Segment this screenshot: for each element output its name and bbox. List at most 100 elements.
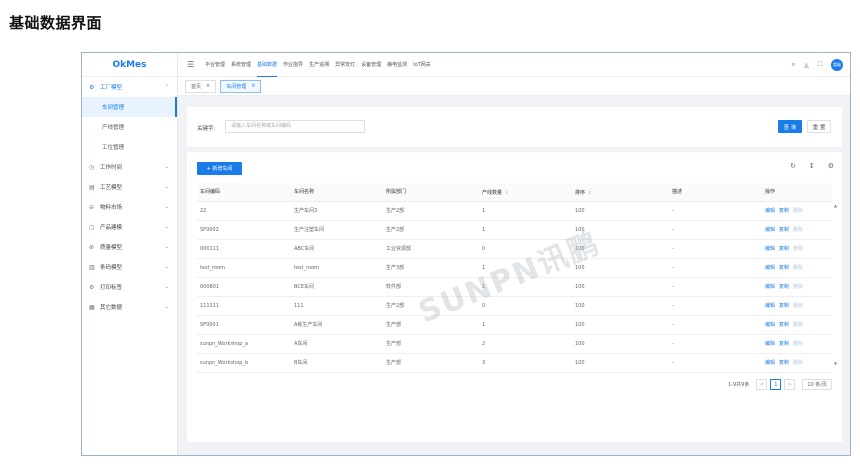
column-header: 车间编码 xyxy=(200,183,220,202)
table-cell: 生产2部 xyxy=(386,208,405,214)
sidebar-group[interactable]: ▦ 其它数据 ⌄ xyxy=(82,297,177,317)
edit-button[interactable]: 编辑 xyxy=(765,208,775,214)
next-page-button[interactable]: > xyxy=(784,379,796,390)
sidebar-group-label: 其它数据 xyxy=(100,305,123,311)
copy-button[interactable]: 复制 xyxy=(779,208,789,214)
tab-label: 车间管理 xyxy=(226,83,247,90)
other-data-icon: ▦ xyxy=(89,303,95,311)
sidebar-item[interactable]: 车间管理 xyxy=(82,97,177,117)
refresh-icon[interactable]: ↻ xyxy=(790,162,796,170)
column-settings-icon[interactable]: ⚙ xyxy=(828,162,834,170)
column-header-label: 操作 xyxy=(765,189,776,195)
factory-icon: ⚙ xyxy=(89,83,95,91)
edit-button[interactable]: 编辑 xyxy=(765,265,775,271)
sidebar-group[interactable]: ⚙ 打印标签 ⌄ xyxy=(82,277,177,297)
column-header[interactable]: 产线数量 ⇕ xyxy=(482,183,508,202)
table-row: 22 生产车间3 生产2部 1 100 - 编辑 复制 删除 xyxy=(197,202,832,221)
copy-button[interactable]: 复制 xyxy=(779,322,789,328)
bell-icon[interactable]: ◬ xyxy=(804,62,809,69)
table-cell: - xyxy=(672,341,674,347)
keyword-label: 关键字: xyxy=(197,126,216,132)
top-nav-item[interactable]: 作业指导 xyxy=(283,53,303,77)
page-size-select[interactable]: 10 条/页 xyxy=(802,379,832,390)
table-cell: 生产部 xyxy=(386,322,402,328)
avatar[interactable]: 超级 xyxy=(831,59,843,71)
copy-button[interactable]: 复制 xyxy=(779,265,789,271)
column-header-label: 排序 xyxy=(575,190,586,196)
edit-button[interactable]: 编辑 xyxy=(765,322,775,328)
sort-icon[interactable]: ⇕ xyxy=(588,190,591,195)
edit-button[interactable]: 编辑 xyxy=(765,284,775,290)
sidebar-menu: ⚙ 工厂模型 ⌃ 车间管理 产线管理 工位管理 ◷ 工作时间 ⌄ ▤ 工艺模型 ⌄ ⊖ 物料市场 ⌄ ▢ 产品建… xyxy=(82,77,177,317)
edit-button[interactable]: 编辑 xyxy=(765,227,775,233)
tab-item[interactable]: 首页 × xyxy=(185,79,217,93)
column-header[interactable]: 排序 ⇕ xyxy=(575,183,591,202)
top-nav-item[interactable]: 基础数据 xyxy=(257,53,278,77)
print-icon: ⚙ xyxy=(89,283,95,291)
query-button[interactable]: 查 询 xyxy=(778,120,802,133)
tab-item[interactable]: 车间管理 × xyxy=(220,79,262,93)
table-row: sunpn_Workshop_a A车间 生产部 2 100 - 编辑 复制 删除 xyxy=(197,335,832,354)
scroll-down-icon[interactable]: ▼ xyxy=(834,361,837,366)
copy-button[interactable]: 复制 xyxy=(779,360,789,366)
edit-button[interactable]: 编辑 xyxy=(765,303,775,309)
edit-button[interactable]: 编辑 xyxy=(765,341,775,347)
table-cell: 0 xyxy=(482,246,486,252)
delete-button[interactable]: 删除 xyxy=(793,246,803,252)
scroll-up-icon[interactable]: ▲ xyxy=(834,203,837,208)
delete-button[interactable]: 删除 xyxy=(793,322,803,328)
column-header: 车间名称 xyxy=(294,183,314,202)
top-nav-item[interactable]: IoT网关 xyxy=(413,53,431,77)
edit-button[interactable]: 编辑 xyxy=(765,360,775,366)
copy-button[interactable]: 复制 xyxy=(779,303,789,309)
sidebar-item[interactable]: 产线管理 xyxy=(82,117,177,137)
delete-button[interactable]: 删除 xyxy=(793,360,803,366)
close-icon[interactable]: × xyxy=(251,83,255,89)
row-actions: 编辑 复制 删除 xyxy=(765,335,807,354)
table-cell: 生产3部 xyxy=(386,265,405,271)
table-cell: 100 xyxy=(575,208,585,214)
delete-button[interactable]: 删除 xyxy=(793,341,803,347)
sidebar-group[interactable]: ⊛ 质量模型 ⌄ xyxy=(82,237,177,257)
copy-button[interactable]: 复制 xyxy=(779,341,789,347)
sidebar-group[interactable]: ⚙ 工厂模型 ⌃ xyxy=(82,77,177,97)
table-cell: - xyxy=(672,208,674,214)
sort-icon[interactable]: ⇕ xyxy=(505,190,508,195)
menu-toggle-icon[interactable]: ☰ xyxy=(187,60,197,69)
page-number-button[interactable]: 1 xyxy=(770,379,782,390)
sidebar-group[interactable]: ▥ 条码模型 ⌄ xyxy=(82,257,177,277)
table-cell: 111111 xyxy=(200,303,220,309)
density-icon[interactable]: ↕ xyxy=(809,162,815,170)
sidebar-item[interactable]: 工位管理 xyxy=(82,137,177,157)
top-nav-item[interactable]: 平台管理 xyxy=(205,53,225,77)
top-nav-item[interactable]: 静电监测 xyxy=(387,53,407,77)
delete-button[interactable]: 删除 xyxy=(793,303,803,309)
top-nav-item[interactable]: 生产追溯 xyxy=(309,53,329,77)
table-cell: 1 xyxy=(482,227,486,233)
delete-button[interactable]: 删除 xyxy=(793,265,803,271)
sidebar-group[interactable]: ▢ 产品建模 ⌄ xyxy=(82,217,177,237)
tab-bar: 首页 × 车间管理 × xyxy=(178,77,850,96)
prev-page-button[interactable]: < xyxy=(756,379,768,390)
copy-button[interactable]: 复制 xyxy=(779,227,789,233)
delete-button[interactable]: 删除 xyxy=(793,227,803,233)
top-nav-item[interactable]: 系统管理 xyxy=(231,53,251,77)
chevron-down-icon: ⌄ xyxy=(164,164,169,170)
top-nav-item[interactable]: 设备管理 xyxy=(361,53,381,77)
copy-button[interactable]: 复制 xyxy=(779,284,789,290)
delete-button[interactable]: 删除 xyxy=(793,208,803,214)
sidebar-group[interactable]: ▤ 工艺模型 ⌄ xyxy=(82,177,177,197)
search-icon[interactable]: ⌕ xyxy=(792,61,795,69)
table-cell: SF0002 xyxy=(200,227,219,233)
copy-button[interactable]: 复制 xyxy=(779,246,789,252)
sidebar-group[interactable]: ⊖ 物料市场 ⌄ xyxy=(82,197,177,217)
sidebar-group[interactable]: ◷ 工作时间 ⌄ xyxy=(82,157,177,177)
top-nav-item[interactable]: 异常安灯 xyxy=(335,53,355,77)
close-icon[interactable]: × xyxy=(206,83,210,89)
add-workshop-button[interactable]: + 新增车间 xyxy=(197,162,242,175)
delete-button[interactable]: 删除 xyxy=(793,284,803,290)
keyword-input[interactable]: 请输入车间名称或车间编码 xyxy=(225,120,365,133)
edit-button[interactable]: 编辑 xyxy=(765,246,775,252)
fullscreen-icon[interactable]: ⛶ xyxy=(818,61,822,69)
reset-button[interactable]: 重 置 xyxy=(807,120,831,133)
